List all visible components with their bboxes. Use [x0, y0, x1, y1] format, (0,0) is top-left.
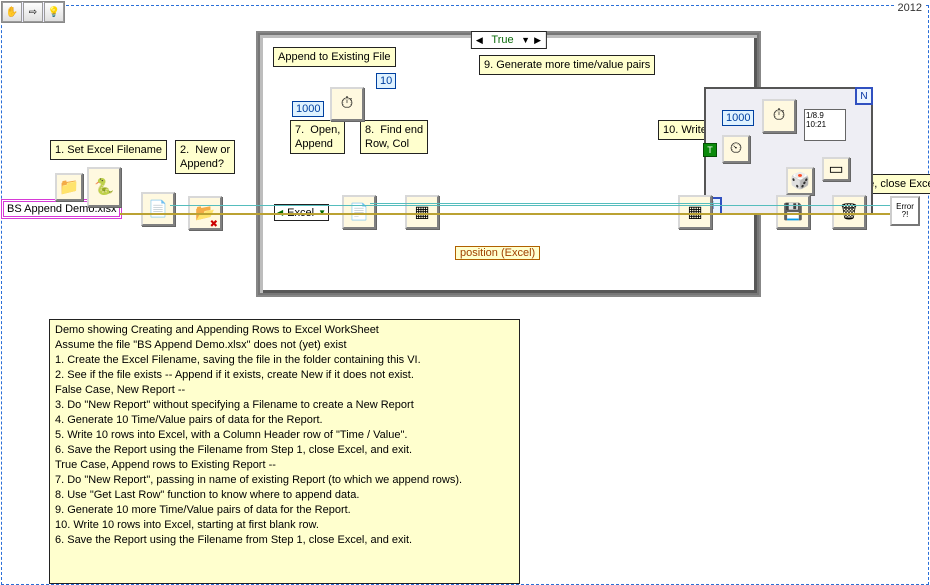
report-ref-wire-main [170, 205, 890, 206]
desc-tc: True Case, Append rows to Existing Repor… [55, 458, 514, 473]
app-dir-node[interactable]: 📁 [55, 173, 83, 201]
wait-ms-node-2[interactable]: ⏱ [762, 99, 796, 133]
desc-s8: 8. Use "Get Last Row" function to know w… [55, 488, 514, 503]
format-datetime-node[interactable]: 1/8.9 10:21 [804, 109, 846, 141]
loop-count-constant[interactable]: 10 [376, 73, 396, 89]
dispose-report-node[interactable]: 🗑 [832, 195, 866, 229]
desc-s9: 9. Generate 10 more Time/Value pairs of … [55, 503, 514, 518]
desc-title: Demo showing Creating and Appending Rows… [55, 323, 514, 338]
wait-ms-node-1[interactable]: ⏱ [330, 87, 364, 121]
description-comment: Demo showing Creating and Appending Rows… [49, 319, 520, 584]
case-dropdown-caret[interactable]: ▼ [520, 34, 532, 46]
label-append: Append to Existing File [273, 47, 396, 67]
metronome-icon: ⏱ [341, 95, 353, 113]
desc-s6: 6. Save the Report using the Filename fr… [55, 443, 514, 458]
save-report-node[interactable]: 💾 [776, 195, 810, 229]
label-step1: 1. Set Excel Filename [50, 140, 167, 160]
error-text-2: ?! [902, 211, 909, 219]
desc-s1: 1. Create the Excel Filename, saving the… [55, 353, 514, 368]
wait-1000-constant-2[interactable]: 1000 [722, 110, 754, 126]
desc-s10: 10. Write 10 rows into Excel, starting a… [55, 518, 514, 533]
labview-year-label: 2012 [896, 2, 924, 14]
metronome-icon-2: ⏱ [773, 107, 785, 125]
build-array-node[interactable]: ▭ [822, 157, 850, 181]
true-constant[interactable]: T [703, 143, 717, 157]
case-value: True [485, 34, 519, 46]
report-ref-wire [370, 203, 720, 204]
position-excel-label: position (Excel) [455, 246, 540, 260]
case-structure[interactable]: ◀ True ▼ ▶ Append to Existing File 7. Op… [260, 35, 757, 293]
excel-write-node[interactable]: ▦ [678, 195, 712, 229]
toolbar: ✋ ⇨ 💡 [1, 1, 65, 23]
label-step7: 7. Open, Append [290, 120, 345, 154]
desc-s3: 3. Do "New Report" without specifying a … [55, 398, 514, 413]
desc-s5: 5. Write 10 rows into Excel, with a Colu… [55, 428, 514, 443]
fmt-line1: 1/8.9 [806, 111, 844, 120]
error-wire-main [120, 213, 890, 215]
desc-assume: Assume the file "BS Append Demo.xlsx" do… [55, 338, 514, 353]
build-path-node[interactable]: 🐍 [87, 167, 121, 207]
desc-s2: 2. See if the file exists -- Append if i… [55, 368, 514, 383]
random-number-node[interactable]: 🎲 [786, 167, 814, 195]
new-report-node[interactable]: 📄 [342, 195, 376, 229]
pan-tool-button[interactable]: ✋ [2, 2, 22, 22]
get-time-node[interactable]: ⏲ [722, 135, 750, 163]
run-arrow-button[interactable]: ⇨ [23, 2, 43, 22]
desc-s6b: 6. Save the Report using the Filename fr… [55, 533, 514, 548]
case-selector[interactable]: ◀ True ▼ ▶ [470, 31, 546, 49]
wait-1000-constant-1[interactable]: 1000 [292, 101, 324, 117]
error-out-cluster[interactable]: Error ?! [890, 196, 920, 226]
desc-s7: 7. Do "New Report", passing in name of e… [55, 473, 514, 488]
case-prev-arrow[interactable]: ◀ [473, 34, 485, 46]
get-last-row-node[interactable]: ▦ [405, 195, 439, 229]
loop-N-terminal: N [855, 87, 873, 105]
label-step2: 2. New or Append? [175, 140, 235, 174]
probe-button[interactable]: 💡 [44, 2, 64, 22]
desc-s4: 4. Generate 10 Time/Value pairs of data … [55, 413, 514, 428]
label-step9: 9. Generate more time/value pairs [479, 55, 655, 75]
desc-fc: False Case, New Report -- [55, 383, 514, 398]
label-step8: 8. Find end Row, Col [360, 120, 428, 154]
fmt-line2: 10:21 [806, 120, 844, 129]
strip-path-node[interactable]: 📄 [141, 192, 175, 226]
case-next-arrow[interactable]: ▶ [532, 34, 544, 46]
